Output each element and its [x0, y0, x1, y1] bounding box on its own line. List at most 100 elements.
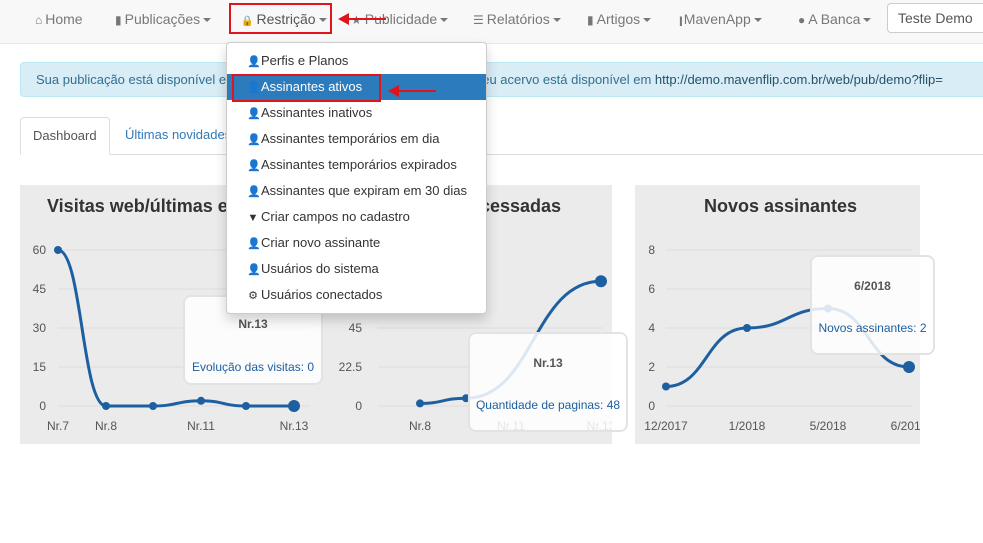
tab-ultimas-novidades[interactable]: Últimas novidades — [113, 117, 243, 155]
user-icon: 👤 — [247, 238, 261, 250]
x-tick-label: Nr.7 — [47, 419, 69, 433]
menu-item-label: Perfis e Planos — [261, 53, 349, 68]
nav-artigos[interactable]: ▮ Artigos — [587, 0, 652, 38]
user-icon: 👤 — [247, 108, 261, 120]
caret-down-icon — [440, 18, 449, 23]
y-tick-label: 0 — [39, 399, 46, 413]
x-tick-label: Nr.8 — [95, 419, 117, 433]
menu-item-label: Assinantes inativos — [261, 105, 373, 120]
data-point — [197, 396, 205, 405]
menu-item-label: Criar campos no cadastro — [261, 209, 410, 224]
data-point — [242, 402, 250, 410]
x-tick-label: Nr.8 — [409, 419, 431, 433]
chart-panel-assinantes: Novos assinantes 8 6 4 2 0 12/2017 1/2018 5/201… — [635, 185, 935, 444]
nav-home-label: Home — [45, 11, 83, 27]
user-icon: 👤 — [247, 186, 261, 198]
nav-artigos-label: Artigos — [596, 11, 641, 27]
y-tick-label: 2 — [648, 360, 655, 374]
alert-link[interactable]: http://demo.mavenflip.com.br/web/pub/dem… — [655, 72, 943, 87]
data-point — [102, 402, 110, 410]
data-point — [662, 382, 670, 391]
y-tick-label: 22.5 — [339, 360, 363, 374]
annotation-arrow-icon — [388, 85, 436, 97]
nav-mavenapp-label: MavenApp — [683, 11, 751, 27]
tooltip-text: Novos assinantes: 2 — [818, 321, 927, 335]
nav-relatorios-label: Relatórios — [486, 11, 550, 27]
menu-item-label: Assinantes temporários em dia — [261, 131, 440, 146]
y-tick-label: 0 — [648, 399, 655, 413]
menu-item-label: Assinantes temporários expirados — [261, 157, 457, 172]
info-alert: Sua publicação está disponível e no O seu… — [20, 62, 983, 97]
y-tick-label: 6 — [648, 282, 655, 296]
menu-item-temporarios-em-dia[interactable]: 👤Assinantes temporários em dia — [227, 126, 486, 152]
search-input[interactable]: Teste Demo — [887, 3, 983, 33]
list-icon: ☰ — [473, 13, 484, 27]
home-icon: ⌂ — [35, 13, 43, 27]
annotation-arrow-icon — [338, 13, 386, 25]
nav-home[interactable]: ⌂ Home — [35, 0, 83, 38]
menu-item-usuarios-sistema[interactable]: 👤Usuários do sistema — [227, 256, 486, 282]
alert-text-start: Sua publicação está disponível e — [36, 72, 227, 87]
menu-item-label: Assinantes que expiram em 30 dias — [261, 183, 467, 198]
menu-item-label: Usuários conectados — [261, 287, 383, 302]
y-tick-label: 0 — [355, 399, 362, 413]
menu-item-perfis-planos[interactable]: 👤Perfis e Planos — [227, 48, 486, 74]
data-point — [149, 402, 157, 410]
restricao-highlight-box — [229, 3, 332, 34]
data-point — [595, 275, 607, 288]
tooltip-title: Nr.13 — [238, 317, 268, 331]
user-icon: 👤 — [247, 56, 261, 68]
data-point — [743, 324, 751, 332]
y-tick-label: 8 — [648, 243, 655, 257]
globe-icon: ● — [798, 13, 806, 27]
menu-item-label: Usuários do sistema — [261, 261, 379, 276]
nav-a-banca[interactable]: ● A Banca — [798, 0, 872, 38]
x-tick-label: 12/2017 — [644, 419, 688, 433]
gear-icon: ⚙ — [248, 290, 258, 302]
caret-down-icon — [552, 18, 561, 23]
x-tick-label: Nr.13 — [280, 419, 309, 433]
barcode-icon: ||| — [679, 16, 683, 27]
x-tick-label: 6/2018 — [891, 419, 920, 433]
data-point — [416, 399, 424, 408]
assinantes-ativos-highlight-box — [232, 74, 381, 102]
caret-down-icon — [203, 18, 212, 23]
nav-mavenapp[interactable]: ||| MavenApp — [679, 0, 762, 38]
bookmark-icon: ▮ — [587, 13, 594, 27]
data-point — [54, 246, 62, 254]
menu-item-assinantes-inativos[interactable]: 👤Assinantes inativos — [227, 100, 486, 126]
menu-item-criar-campos[interactable]: ▼ Criar campos no cadastro — [227, 204, 486, 230]
y-tick-label: 4 — [648, 321, 655, 335]
chart-tooltip: Nr.13 Quantidade de paginas: 48 — [468, 332, 628, 432]
tab-bar: Dashboard Últimas novidades — [20, 117, 983, 155]
y-tick-label: 45 — [349, 321, 363, 335]
nav-publicacoes[interactable]: ▮ Publicações — [115, 0, 212, 38]
user-icon: 👤 — [247, 160, 261, 172]
menu-item-label: Criar novo assinante — [261, 235, 381, 250]
data-point — [903, 361, 915, 373]
menu-item-usuarios-conectados[interactable]: ⚙ Usuários conectados — [227, 282, 486, 308]
y-tick-label: 15 — [33, 360, 47, 374]
tooltip-title: Nr.13 — [533, 356, 563, 370]
menu-item-expiram-30-dias[interactable]: 👤Assinantes que expiram em 30 dias — [227, 178, 486, 204]
y-tick-label: 30 — [33, 321, 47, 335]
file-icon: ▮ — [115, 13, 122, 27]
caret-down-icon — [863, 18, 872, 23]
nav-relatorios[interactable]: ☰ Relatórios — [473, 0, 561, 38]
user-icon: 👤 — [247, 264, 261, 276]
nav-publicacoes-label: Publicações — [124, 11, 201, 27]
tooltip-text: Evolução das visitas: 0 — [191, 360, 315, 374]
filter-icon: ▼ — [247, 212, 259, 224]
data-point — [288, 400, 300, 412]
y-tick-label: 60 — [33, 243, 47, 257]
x-tick-label: 1/2018 — [729, 419, 766, 433]
y-tick-label: 45 — [33, 282, 47, 296]
nav-a-banca-label: A Banca — [808, 11, 861, 27]
menu-item-criar-novo-assinante[interactable]: 👤Criar novo assinante — [227, 230, 486, 256]
tooltip-text: Quantidade de paginas: 48 — [475, 398, 621, 412]
tab-dashboard[interactable]: Dashboard — [20, 117, 110, 155]
x-tick-label: 5/2018 — [810, 419, 847, 433]
menu-item-temporarios-expirados[interactable]: 👤Assinantes temporários expirados — [227, 152, 486, 178]
caret-down-icon — [643, 18, 652, 23]
chart-tooltip: 6/2018 Novos assinantes: 2 — [810, 255, 935, 355]
